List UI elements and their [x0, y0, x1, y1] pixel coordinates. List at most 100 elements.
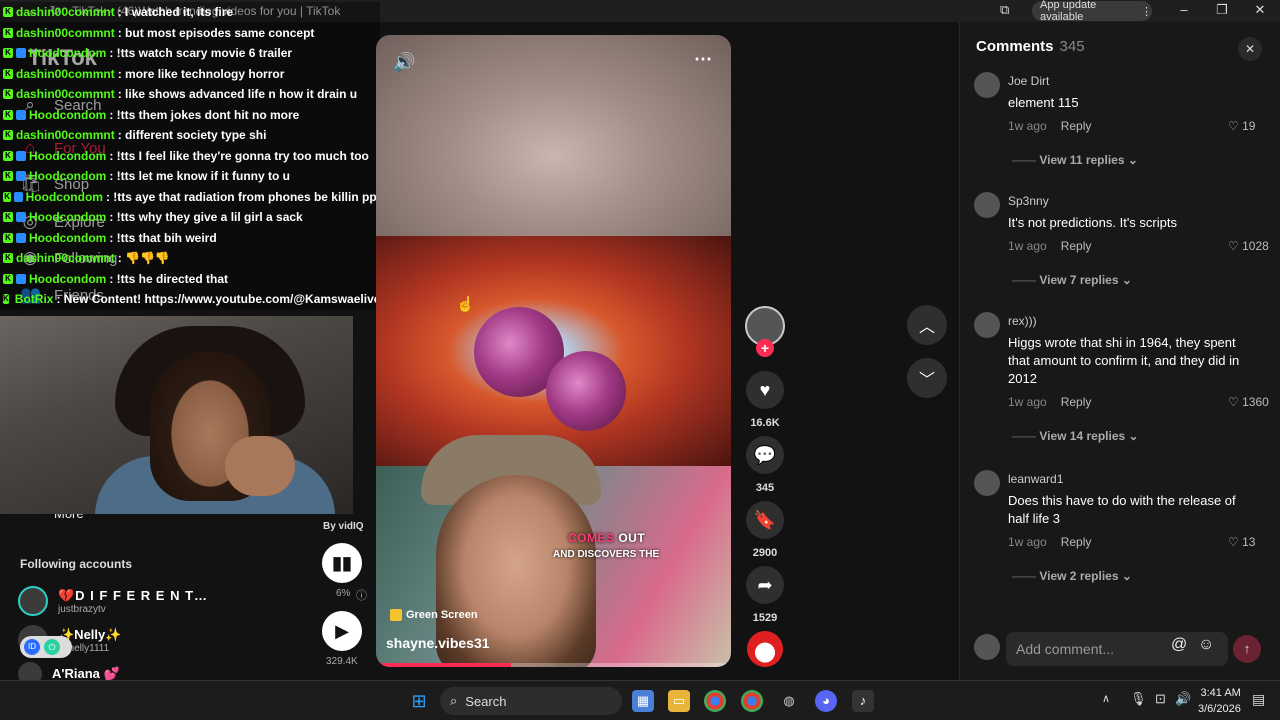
- green-screen-tag[interactable]: Green Screen: [390, 609, 478, 621]
- chat-message: K Hoodcondom: !tts why they give a lil gi…: [0, 207, 380, 228]
- chat-message: Kdashin00commnt: like shows advanced lif…: [0, 84, 380, 105]
- share-icon[interactable]: ➦: [746, 566, 784, 604]
- comment-like[interactable]: ♡ 19: [1228, 119, 1255, 133]
- extensions-icon[interactable]: ⧉: [1000, 2, 1009, 18]
- close-comments-button[interactable]: ✕: [1238, 37, 1262, 61]
- previous-video-button[interactable]: ︿: [907, 305, 947, 345]
- tiktok-taskbar-icon[interactable]: ♪: [852, 690, 874, 712]
- reply-button[interactable]: Reply: [1061, 119, 1092, 133]
- emoji-icon[interactable]: ☺: [1198, 636, 1214, 654]
- bookmark-icon[interactable]: 🔖: [746, 501, 784, 539]
- subscriber-badge-icon: [16, 150, 26, 161]
- comment-username[interactable]: rex))): [1008, 314, 1037, 328]
- discord-icon[interactable]: ◕: [815, 690, 837, 712]
- comment-time: 1w ago: [1008, 395, 1047, 409]
- like-action[interactable]: ♥ 16.6K: [745, 371, 785, 429]
- comment-like[interactable]: ♡ 1360: [1228, 395, 1269, 409]
- chat-text: : I watched it, its fire: [117, 5, 234, 20]
- comment-username[interactable]: Sp3nny: [1008, 194, 1049, 208]
- comment-like-count: 1360: [1242, 395, 1269, 409]
- chrome-icon[interactable]: [704, 690, 726, 712]
- comment-like[interactable]: ♡ 1028: [1228, 239, 1269, 253]
- kick-badge-icon: K: [3, 171, 13, 182]
- comment-username[interactable]: leanward1: [1008, 472, 1063, 486]
- windows-start-icon[interactable]: ⊞: [408, 690, 430, 712]
- file-explorer-icon[interactable]: ▭: [668, 690, 690, 712]
- vidiq-play-button[interactable]: ▶: [322, 611, 362, 651]
- chevron-down-icon: ﹀: [918, 372, 935, 389]
- save-count: 2900: [752, 547, 778, 559]
- maximize-icon[interactable]: ❐: [1212, 2, 1232, 18]
- save-action[interactable]: 🔖 2900: [745, 501, 785, 559]
- toggle-widget[interactable]: ID ⏻: [20, 636, 72, 658]
- avatar[interactable]: [974, 192, 1000, 218]
- volume-icon[interactable]: 🔊: [393, 52, 415, 73]
- kick-badge-icon: K: [3, 253, 13, 264]
- kick-badge-icon: K: [3, 89, 13, 100]
- chat-username: dashin00commnt: [16, 87, 115, 102]
- comment-icon[interactable]: 💬: [746, 436, 784, 474]
- video-progress-bar[interactable]: [376, 663, 731, 667]
- store-icon[interactable]: ▦: [632, 690, 654, 712]
- vidiq-percent: 6%: [336, 588, 351, 599]
- sound-disc-icon[interactable]: [747, 631, 783, 667]
- taskbar-search[interactable]: ⌕ Search: [440, 687, 622, 715]
- chat-message: K Hoodcondom: !tts that bih weird: [0, 227, 380, 248]
- volume-icon[interactable]: 🔊: [1175, 691, 1191, 707]
- divider-line: ——: [1012, 153, 1036, 167]
- vidiq-stats-button[interactable]: ▮▮: [322, 543, 362, 583]
- video-author[interactable]: shayne.vibes31: [386, 635, 490, 651]
- chat-username: Hoodcondom: [29, 107, 107, 122]
- comment-like[interactable]: ♡ 13: [1228, 535, 1255, 549]
- share-action[interactable]: ➦ 1529: [745, 566, 785, 624]
- comment-time: 1w ago: [1008, 119, 1047, 133]
- microphone-icon[interactable]: 🎙: [1130, 691, 1147, 707]
- comment-like-count: 1028: [1242, 239, 1269, 253]
- network-icon[interactable]: ⊡: [1155, 691, 1166, 707]
- comment-meta: 1w ago Reply: [1008, 395, 1091, 409]
- comment-input[interactable]: Add comment...: [1006, 632, 1172, 666]
- more-options-icon[interactable]: ⋯: [694, 49, 712, 70]
- avatar[interactable]: [974, 470, 1000, 496]
- comment-username[interactable]: Joe Dirt: [1008, 74, 1049, 88]
- chat-username: dashin00commnt: [16, 5, 115, 20]
- account-item[interactable]: 💔D I F F E R E N T… justbrazytv: [18, 586, 208, 616]
- comment-count: 345: [755, 482, 775, 494]
- chevron-up-icon[interactable]: ∧: [1102, 692, 1110, 705]
- view-replies-button[interactable]: —— View 11 replies ⌄: [1012, 153, 1138, 167]
- reply-button[interactable]: Reply: [1061, 239, 1092, 253]
- view-replies-button[interactable]: —— View 14 replies ⌄: [1012, 429, 1139, 443]
- close-window-icon[interactable]: ✕: [1250, 2, 1270, 18]
- info-icon[interactable]: ⓘ: [356, 587, 367, 603]
- minimize-icon[interactable]: –: [1174, 2, 1194, 17]
- send-comment-button[interactable]: ↑: [1233, 635, 1261, 663]
- chat-text: : !tts he directed that: [109, 271, 229, 286]
- taskbar-clock[interactable]: 3:41 AM 3/6/2026: [1198, 685, 1241, 717]
- subscriber-badge-icon: [16, 212, 26, 223]
- chat-text: : 👎👎👎: [117, 251, 170, 266]
- heart-icon[interactable]: ♥: [746, 371, 784, 409]
- reply-button[interactable]: Reply: [1061, 395, 1092, 409]
- chrome-profile-icon[interactable]: [741, 690, 763, 712]
- view-replies-button[interactable]: —— View 2 replies ⌄: [1012, 569, 1132, 583]
- avatar[interactable]: [974, 312, 1000, 338]
- chat-username: dashin00commnt: [16, 66, 115, 81]
- reply-button[interactable]: Reply: [1061, 535, 1092, 549]
- video-player[interactable]: COMES OUT AND DISCOVERS THE Green Screen…: [376, 35, 731, 667]
- follow-plus-icon[interactable]: +: [756, 339, 774, 357]
- comment-time: 1w ago: [1008, 239, 1047, 253]
- chat-message: Kdashin00commnt: I watched it, its fire: [0, 2, 380, 23]
- comment-text: element 115: [1008, 95, 1079, 110]
- video-caption-line2: AND DISCOVERS THE: [553, 549, 660, 560]
- next-video-button[interactable]: ﹀: [907, 358, 947, 398]
- app-update-button[interactable]: App update available ⋮: [1032, 0, 1152, 23]
- comment-action[interactable]: 💬 345: [745, 436, 785, 494]
- kick-badge-icon: K: [3, 48, 13, 59]
- mention-icon[interactable]: @: [1171, 636, 1187, 654]
- avatar[interactable]: [974, 72, 1000, 98]
- view-replies-button[interactable]: —— View 7 replies ⌄: [1012, 273, 1132, 287]
- chat-text: : !tts aye that radiation from phones be…: [105, 189, 380, 204]
- notifications-icon[interactable]: ▤: [1252, 691, 1265, 708]
- chat-message: Kdashin00commnt: but most episodes same …: [0, 22, 380, 43]
- obs-icon[interactable]: ◍: [778, 690, 800, 712]
